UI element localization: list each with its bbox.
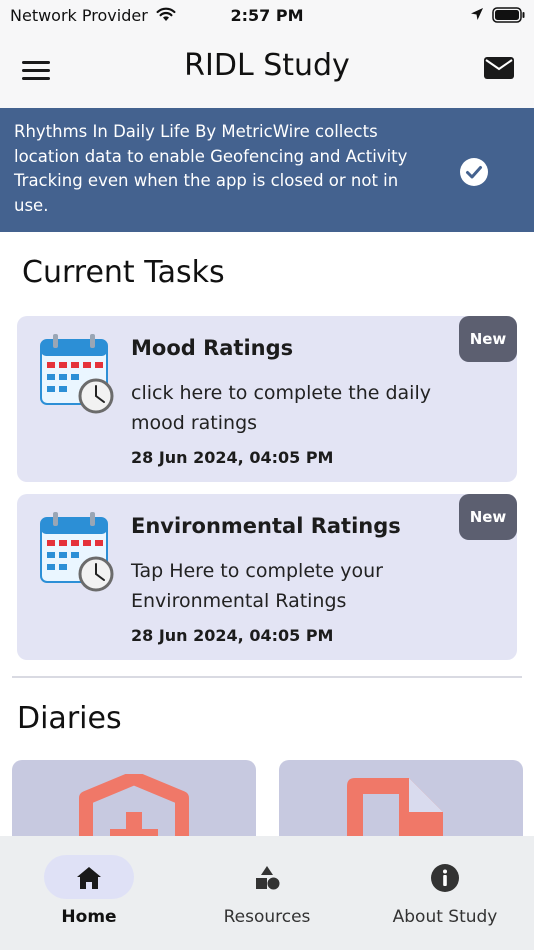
home-icon [77,867,101,889]
bottom-tab-bar: Home Resources About Study [0,836,534,950]
info-icon [431,864,459,892]
calendar-clock-icon [40,512,114,592]
tab-label: About Study [392,907,498,927]
shapes-icon [256,866,280,890]
banner-text: Rhythms In Daily Life By MetricWire coll… [14,122,408,215]
current-tasks-heading: Current Tasks [22,255,225,290]
page-title: RIDL Study [184,48,350,83]
task-title: Environmental Ratings [131,514,401,538]
status-bar: Network Provider 2:57 PM [0,0,534,32]
diaries-heading: Diaries [17,701,122,736]
tab-resources[interactable]: Resources [178,836,356,950]
task-description: click here to complete the daily mood ra… [131,382,431,434]
location-arrow-icon [471,8,483,20]
check-circle-icon[interactable] [458,156,490,188]
task-card-environmental-ratings[interactable]: Environmental Ratings Tap Here to comple… [17,494,517,660]
task-date: 28 Jun 2024, 04:05 PM [131,448,334,467]
clock: 2:57 PM [230,6,304,25]
new-badge: New [459,316,517,362]
task-card-mood-ratings[interactable]: Mood Ratings click here to complete the … [17,316,517,482]
battery-icon [492,7,525,23]
tab-home[interactable]: Home [0,836,178,950]
new-badge: New [459,494,517,540]
mail-icon[interactable] [482,54,516,82]
calendar-clock-icon [40,334,114,414]
task-description: Tap Here to complete your Environmental … [131,560,383,612]
tab-label: Resources [223,907,311,927]
task-date: 28 Jun 2024, 04:05 PM [131,626,334,645]
task-title: Mood Ratings [131,336,294,360]
tab-about-study[interactable]: About Study [356,836,534,950]
section-divider [12,676,522,678]
tab-label: Home [61,907,117,927]
app-header: RIDL Study [0,32,534,108]
location-permission-banner: Rhythms In Daily Life By MetricWire coll… [0,108,534,232]
